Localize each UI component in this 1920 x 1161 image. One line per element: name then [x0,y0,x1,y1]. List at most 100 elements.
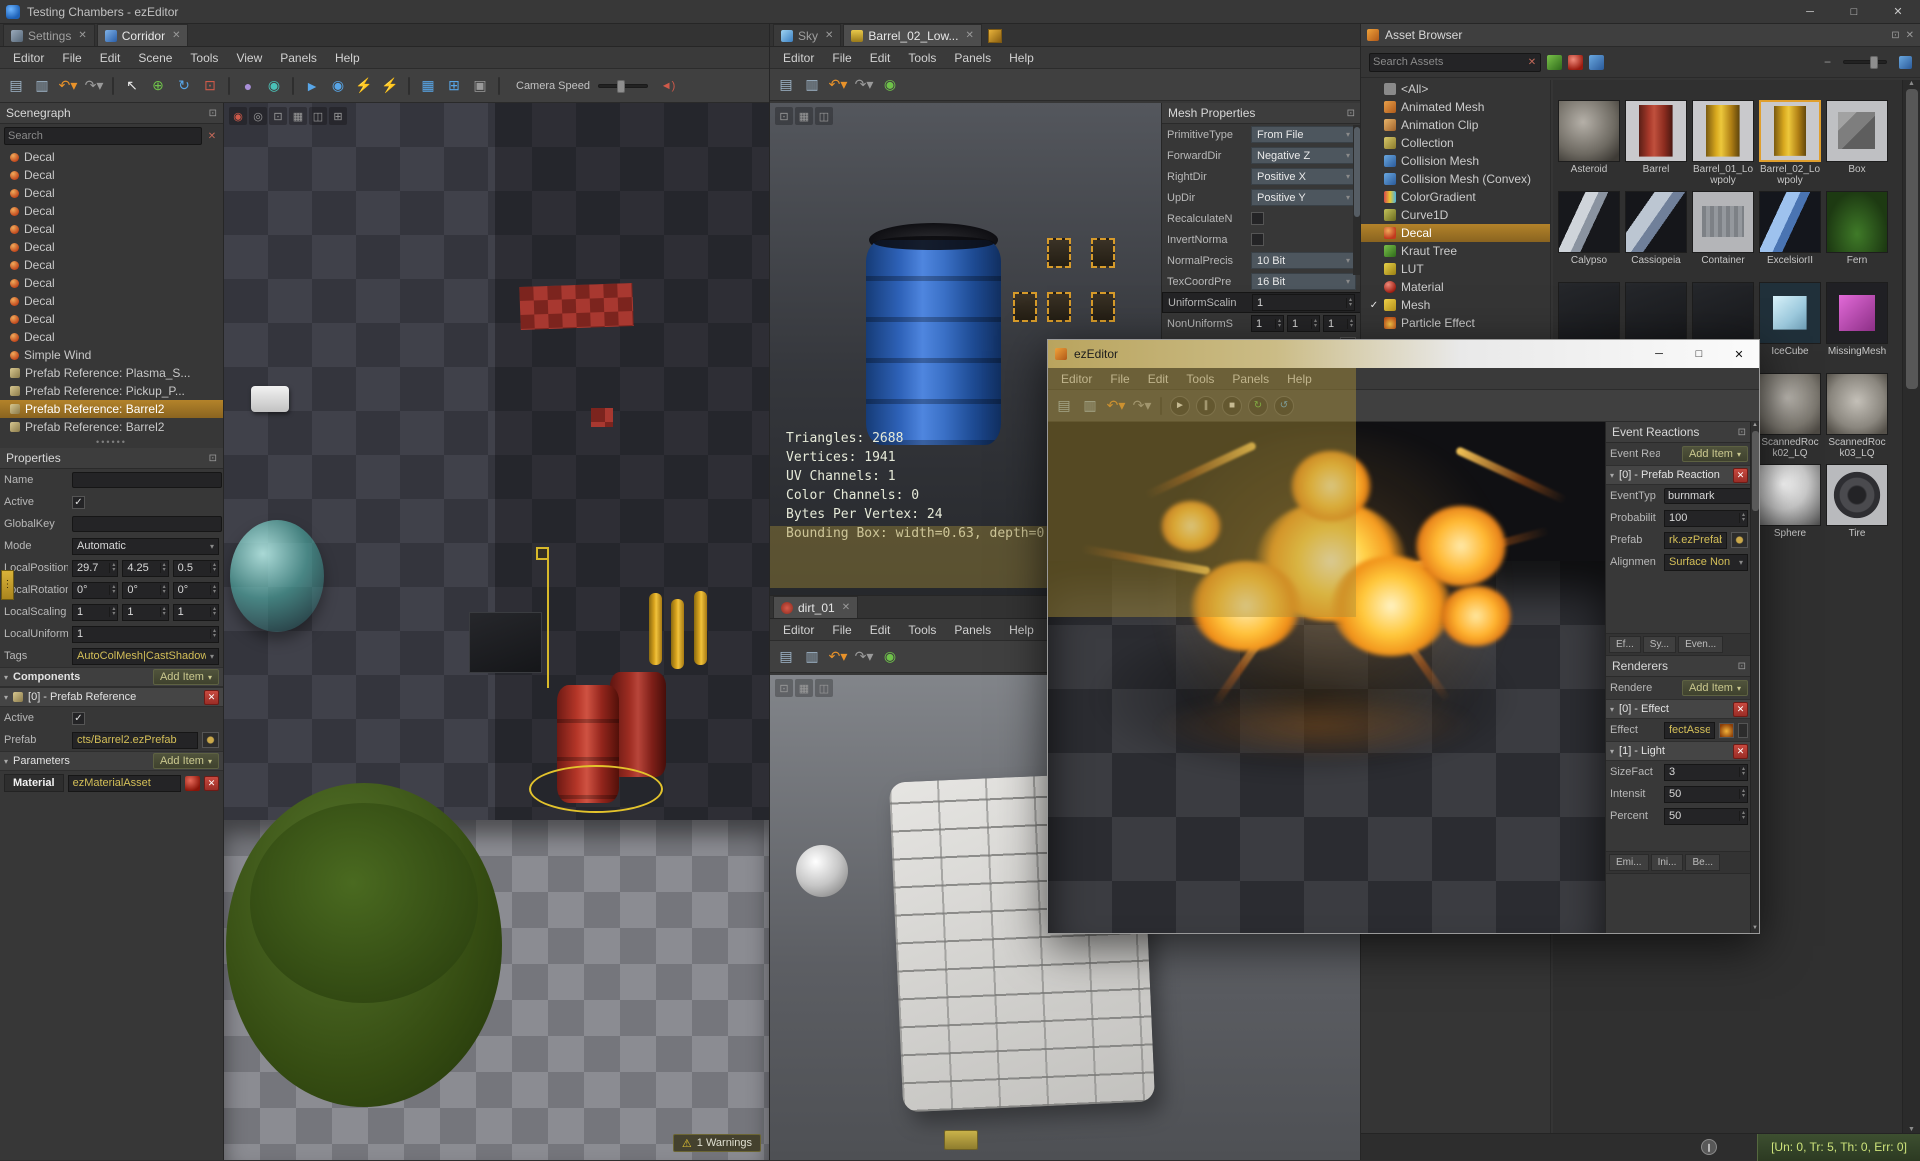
scenegraph-item[interactable]: Decal [0,292,223,310]
scenegraph-item[interactable]: Decal [0,166,223,184]
mode-dropdown[interactable]: Automatic ▾ [72,537,219,555]
active-checkbox[interactable]: ✓ [72,495,85,509]
panel-close-icon[interactable]: ✕ [1906,30,1914,41]
maximize-button[interactable]: □ [1832,0,1876,23]
tab-close-icon[interactable]: ✕ [965,30,973,41]
menu-item[interactable]: Editor [4,51,53,65]
menu-item[interactable]: Help [1000,51,1043,65]
scenegraph-item[interactable]: Decal [0,220,223,238]
dock-float-icon[interactable]: ⊡ [1891,30,1899,41]
intensity-spinner[interactable]: 50 ▴ ▾ [1664,785,1748,803]
paste-button[interactable]: ▥ [30,74,54,98]
remove-item-button[interactable]: ✕ [1733,701,1748,717]
property-dropdown[interactable]: 16 Bit ▾ [1251,273,1356,290]
viewport-view-icon[interactable]: ◫ [815,679,833,697]
component-active-checkbox[interactable]: ✓ [72,711,85,725]
scenegraph-item[interactable]: Decal [0,256,223,274]
tab-close-icon[interactable]: ✕ [825,30,833,41]
components-section-header[interactable]: ▾ Components Add Item ▾ [0,667,223,687]
menu-item[interactable]: Help [1000,623,1043,637]
menu-item[interactable]: File [823,51,860,65]
menu-item[interactable]: Panels [271,51,326,65]
thumb-view-icon[interactable] [1899,55,1912,69]
remove-item-button[interactable]: ✕ [1733,467,1748,483]
menu-item[interactable]: File [823,623,860,637]
redo-button[interactable]: ↷▾ [852,73,876,97]
name-input[interactable] [72,472,222,488]
menu-item[interactable]: Tools [899,623,945,637]
particle-window-titlebar[interactable]: ezEditor ─ □ ✕ [1048,340,1759,368]
event-reaction-item-header[interactable]: ▾ [0] - Prefab Reaction ✕ [1606,465,1752,485]
scenegraph-item[interactable]: Decal [0,310,223,328]
menu-item[interactable]: Tools [899,51,945,65]
panel-tab[interactable]: Be... [1685,854,1721,871]
run-button[interactable]: ◉ [326,74,350,98]
dock-options-icon[interactable]: ⊡ [209,453,217,464]
property-dropdown[interactable]: 10 Bit ▾ [1251,252,1356,269]
position-x-field[interactable]: 29.7 ▴ ▾ [72,559,119,577]
menu-item[interactable]: Edit [861,51,900,65]
add-parameter-button[interactable]: Add Item ▾ [152,753,219,769]
scenegraph-item[interactable]: Decal [0,148,223,166]
asset-type-item[interactable]: ✓ Mesh [1361,296,1550,314]
scrollbar-thumb[interactable] [1751,431,1759,511]
menu-item[interactable]: Panels [945,623,1000,637]
viewport-split-icon[interactable]: ◫ [309,107,327,125]
asset-tile[interactable]: Box [1826,100,1888,186]
scale-tool-button[interactable]: ⊡ [198,74,222,98]
scale-y-field[interactable]: 1 ▴ ▾ [122,603,169,621]
dock-options-icon[interactable]: ⊡ [1738,427,1746,438]
simulate-button[interactable]: ⚡ [352,74,376,98]
event-type-input[interactable] [1664,488,1752,504]
save-button[interactable]: ▤ [774,645,798,669]
scenegraph-item[interactable]: Simple Wind [0,346,223,364]
menu-item[interactable]: File [53,51,90,65]
property-dropdown[interactable]: Positive X ▾ [1251,168,1356,185]
property-spinner[interactable]: 1 ▴ ▾ [1252,294,1355,311]
tab-close-icon[interactable]: ✕ [172,30,180,41]
asset-tile[interactable]: ScannedRock02_LQ [1759,373,1821,459]
browse-asset-button[interactable] [1738,722,1748,738]
effect-asset-field[interactable]: fectAsset [1664,721,1715,739]
menu-item[interactable]: View [227,51,271,65]
pivot-toggle-button[interactable]: ▣ [468,74,492,98]
scenegraph-item[interactable]: Decal [0,238,223,256]
minimize-button[interactable]: ─ [1639,340,1679,368]
asset-type-item[interactable]: Kraut Tree [1361,242,1550,260]
clear-search-icon[interactable]: ✕ [1525,57,1539,68]
asset-tile[interactable]: ScannedRock03_LQ [1826,373,1888,459]
audio-toggle-button[interactable]: ◄) [656,74,680,98]
panel-tab[interactable]: Ef... [1609,636,1641,653]
menu-item[interactable]: Editor [774,51,823,65]
menu-item[interactable]: Edit [91,51,130,65]
panel-tab[interactable]: Even... [1678,636,1724,653]
pause-status-icon[interactable]: ∥ [1701,1139,1717,1155]
asset-locate-icon[interactable] [987,29,1002,43]
component-header[interactable]: ▾ [0] - Prefab Reference ✕ [0,687,223,707]
select-tool-button[interactable]: ↖ [120,74,144,98]
menu-item[interactable]: Edit [861,623,900,637]
remove-component-button[interactable]: ✕ [204,689,219,705]
asset-tile[interactable]: Asteroid [1558,100,1620,186]
asset-type-item[interactable]: LUT [1361,260,1550,278]
scroll-up-icon[interactable]: ▲ [1752,422,1758,428]
asset-tile[interactable]: ExcelsiorII [1759,191,1821,277]
asset-type-item[interactable]: Animation Clip [1361,116,1550,134]
scenegraph-item[interactable]: Prefab Reference: Barrel2 [0,418,223,436]
add-renderer-button[interactable]: Add Item ▾ [1681,680,1748,696]
scroll-down-icon[interactable]: ▼ [1908,1126,1915,1133]
add-component-button[interactable]: Add Item ▾ [152,669,219,685]
play-button[interactable]: ► [300,74,324,98]
rotate-tool-button[interactable]: ↻ [172,74,196,98]
viewport-view-icon[interactable]: ◎ [249,107,267,125]
warnings-badge[interactable]: ⚠ 1 Warnings [672,1134,761,1152]
prefab-asset-field[interactable]: cts/Barrel2.ezPrefab [72,731,198,749]
scroll-down-icon[interactable]: ▼ [1752,925,1758,931]
save-button[interactable]: ▤ [774,73,798,97]
paste-button[interactable]: ▥ [800,645,824,669]
update-thumbnail-button[interactable]: ◉ [878,73,902,97]
slider-thumb[interactable] [617,79,625,93]
asset-tile[interactable]: Container [1692,191,1754,277]
scene-3d-viewport[interactable]: ◉ ◎ ⊡ ▦ ◫ ⊞ ⚠ 1 Warnings [224,103,769,1160]
add-asset-icon[interactable] [1547,54,1562,70]
